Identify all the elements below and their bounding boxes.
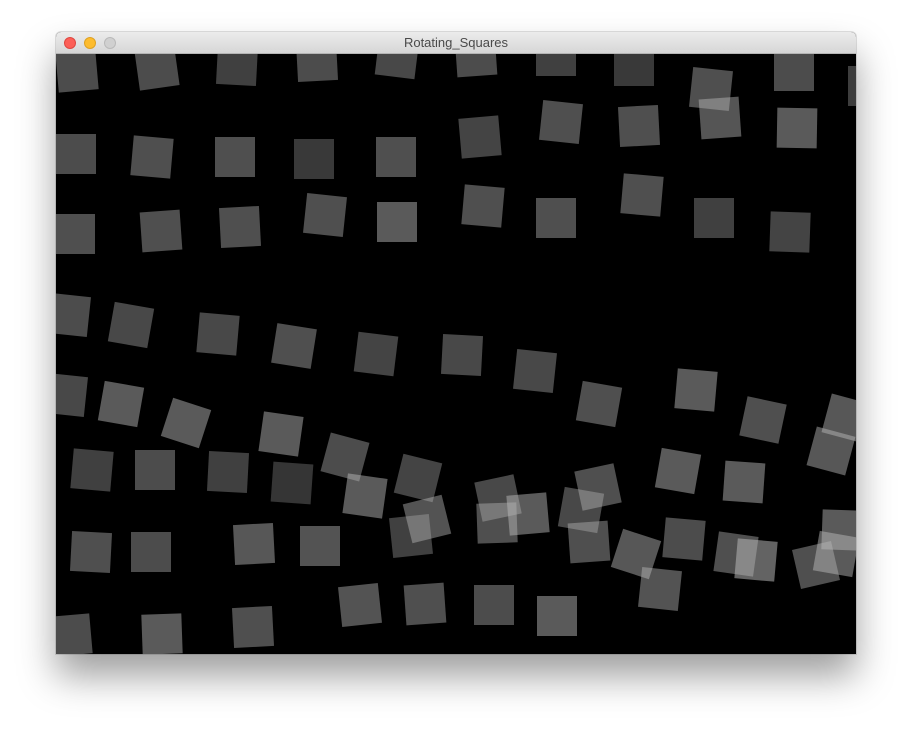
sketch-canvas[interactable] (56, 54, 856, 654)
rotating-square (56, 134, 96, 174)
rotating-square (135, 450, 175, 490)
rotating-square (130, 135, 174, 179)
rotating-square (536, 54, 576, 76)
window-title: Rotating_Squares (403, 35, 509, 50)
rotating-square (734, 538, 778, 582)
rotating-square (232, 522, 276, 566)
rotating-square (258, 411, 304, 457)
rotating-square (722, 460, 766, 504)
rotating-square (295, 54, 339, 83)
rotating-square (303, 193, 347, 237)
rotating-square (812, 530, 856, 578)
rotating-square (461, 184, 505, 228)
rotating-square (698, 96, 742, 140)
rotating-square (215, 54, 259, 87)
rotating-square (134, 54, 180, 91)
rotating-square (218, 205, 262, 249)
rotating-square (694, 198, 734, 238)
rotating-square (231, 605, 275, 649)
rotating-square (107, 301, 155, 349)
rotating-square (374, 54, 420, 80)
rotating-square (458, 115, 502, 159)
rotating-square (56, 54, 99, 93)
rotating-square (294, 139, 334, 179)
rotating-square (537, 596, 577, 636)
rotating-square (774, 54, 814, 91)
rotating-square (536, 198, 576, 238)
rotating-square (377, 202, 417, 242)
rotating-square (567, 520, 611, 564)
rotating-square (389, 514, 433, 558)
rotating-square (575, 380, 623, 428)
rotating-square (271, 323, 317, 369)
rotating-square (338, 583, 382, 627)
rotating-square (97, 380, 145, 428)
app-window: Rotating_Squares (56, 32, 856, 654)
rotating-square (620, 173, 664, 217)
rotating-square (196, 312, 240, 356)
rotating-square (769, 211, 811, 253)
rotating-square (70, 448, 114, 492)
rotating-square (320, 432, 370, 482)
rotating-square (139, 209, 183, 253)
rotating-square (454, 54, 498, 78)
squares-drawing (56, 54, 856, 654)
rotating-square (215, 137, 255, 177)
title-bar[interactable]: Rotating_Squares (56, 32, 856, 54)
rotating-square (638, 567, 682, 611)
rotating-square (506, 492, 550, 536)
rotating-square (403, 582, 447, 626)
rotating-square (160, 397, 212, 449)
rotating-square (776, 107, 818, 149)
rotating-square (440, 333, 484, 377)
rotating-square (131, 532, 171, 572)
rotating-square (539, 100, 583, 144)
rotating-square (674, 368, 718, 412)
rotating-square (342, 473, 388, 519)
rotating-square (474, 585, 514, 625)
rotating-square (654, 447, 702, 495)
rotating-square (141, 613, 183, 654)
rotating-square (56, 613, 93, 654)
rotating-square (206, 450, 250, 494)
rotating-square (513, 349, 557, 393)
rotating-square (56, 293, 91, 337)
rotating-square (614, 54, 654, 86)
rotating-square (56, 214, 95, 254)
rotating-square (848, 66, 856, 106)
rotating-square (353, 331, 399, 377)
rotating-square (393, 453, 443, 503)
rotating-square (376, 137, 416, 177)
rotating-square (270, 461, 314, 505)
rotating-square (739, 396, 787, 444)
rotating-square (300, 526, 340, 566)
rotating-square (69, 530, 113, 574)
rotating-square (662, 517, 706, 561)
rotating-square (56, 373, 88, 417)
rotating-square (617, 104, 661, 148)
